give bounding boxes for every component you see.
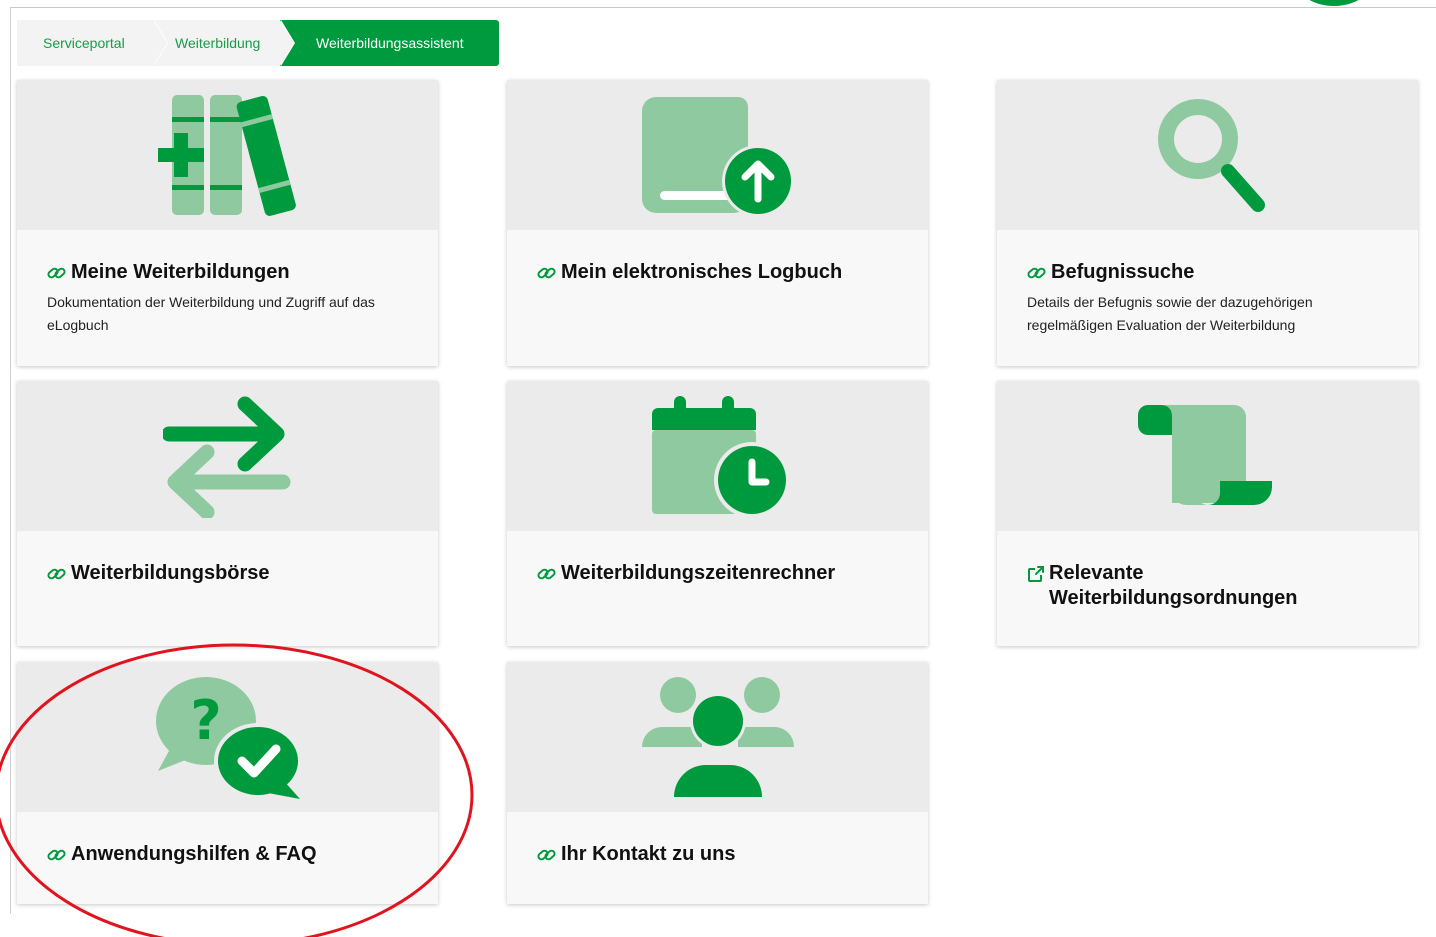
breadcrumb-serviceportal[interactable]: Serviceportal [17,20,168,66]
exchange-arrows-icon [162,396,290,518]
users-icon [641,677,794,799]
tile-mein-elektronisches-logbuch[interactable]: Mein elektronisches Logbuch [507,80,928,366]
tile-icon-area [507,662,928,812]
books-icon [157,95,296,216]
link-icon [537,260,561,285]
tile-title-text: Ihr Kontakt zu uns [561,843,736,865]
tile-icon-area [507,80,928,230]
tile-relevante-weiterbildungsordnungen[interactable]: Relevante Weiterbildungsordnungen [997,381,1418,646]
tile-title-text: Mein elektronisches Logbuch [561,261,843,283]
tile-meine-weiterbildungen[interactable]: Meine Weiterbildungen Dokumentation der … [17,80,438,366]
breadcrumb: Serviceportal Weiterbildung Weiterbildun… [17,20,499,66]
header-divider [10,7,1436,8]
tile-title-text: Weiterbildungszeitenrechner [561,562,836,584]
tile-title[interactable]: Mein elektronisches Logbuch [537,260,898,285]
tile-weiterbildungszeitenrechner[interactable]: Weiterbildungszeitenrechner [507,381,928,646]
link-icon [47,260,71,285]
tile-icon-area [507,381,928,531]
link-icon [537,561,561,586]
tile-title[interactable]: Meine Weiterbildungen [47,260,408,285]
highlight-annotation-circle [0,643,474,937]
tile-title-text: Weiterbildungsbörse [71,562,270,584]
tile-title[interactable]: Relevante Weiterbildungsordnungen [1027,561,1388,611]
tile-description: Dokumentation der Weiterbildung und Zugr… [47,294,375,333]
scroll-icon [1137,405,1272,505]
tile-icon-area [997,80,1418,230]
link-icon [1027,260,1051,285]
tile-befugnissuche[interactable]: Befugnissuche Details der Befugnis sowie… [997,80,1418,366]
tile-ihr-kontakt-zu-uns[interactable]: Ihr Kontakt zu uns [507,662,928,904]
tile-description: Details der Befugnis sowie der dazugehör… [1027,294,1313,333]
search-icon [1157,99,1265,212]
link-icon [537,842,561,867]
tile-title-text: Befugnissuche [1051,261,1195,283]
tile-title-text: Meine Weiterbildungen [71,261,290,283]
calendar-clock-icon [651,396,788,518]
user-avatar-button[interactable] [1292,0,1376,6]
breadcrumb-weiterbildung[interactable]: Weiterbildung [153,20,295,66]
breadcrumb-current: Weiterbildungsassistent [280,20,499,66]
tile-icon-area [17,381,438,531]
tile-title[interactable]: Weiterbildungszeitenrechner [537,561,898,586]
logbook-upload-icon [641,97,794,217]
tile-weiterbildungsboerse[interactable]: Weiterbildungsbörse [17,381,438,646]
tile-title[interactable]: Befugnissuche [1027,260,1388,285]
tile-title[interactable]: Weiterbildungsbörse [47,561,408,586]
tile-icon-area [17,80,438,230]
tile-icon-area [997,381,1418,531]
link-icon [47,561,71,586]
tile-title-text: Relevante Weiterbildungsordnungen [1049,562,1298,609]
tile-title[interactable]: Ihr Kontakt zu uns [537,842,898,867]
